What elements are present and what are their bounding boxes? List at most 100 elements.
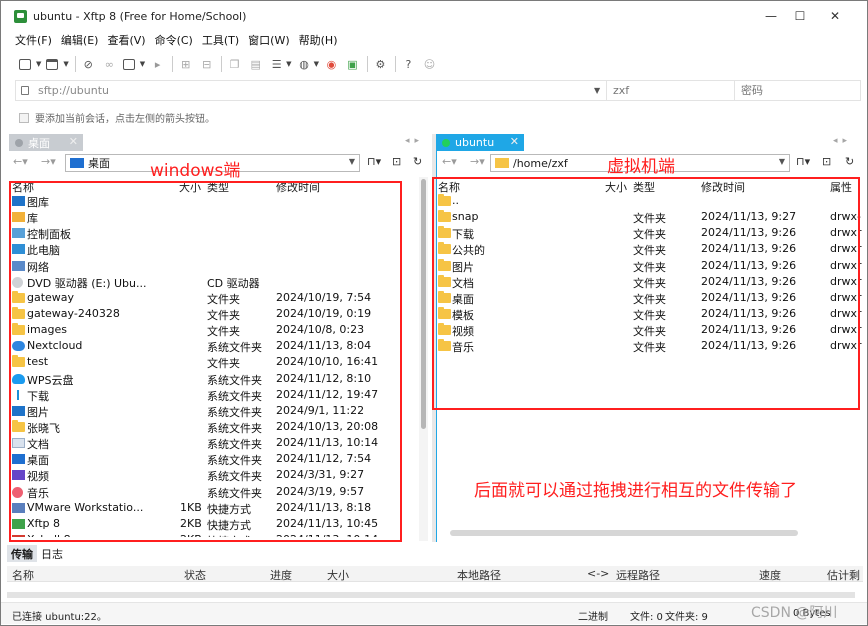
connection-status: 已连接 ubuntu:22。 [12, 612, 107, 623]
maximize-button[interactable]: ☐ [789, 7, 811, 25]
close-button[interactable]: ✕ [824, 7, 846, 25]
password-input[interactable] [734, 81, 860, 100]
annotation-label-windows: windows端 [150, 161, 241, 181]
bookmark-icon[interactable]: ⊓▾ [367, 155, 381, 168]
tab-local-label: 桌面 [28, 136, 50, 150]
csdn-watermark: CSDN @阿川 [751, 605, 838, 621]
toolbar: ▼ ▼ ⊘ ∞ ▼ ▸ ⊞ ⊟ ❐ ▤ ☰ ▼ ◍ ▼ ◉ ▣ ⚙ ? ☺ [19, 54, 443, 74]
reconnect-icon[interactable]: ∞ [102, 57, 117, 72]
back-arrow-icon[interactable]: ←▾ [13, 155, 28, 168]
annotation-box-local [9, 181, 402, 542]
bookmark-icon[interactable]: ⊓▾ [796, 155, 810, 168]
menu-tools[interactable]: 工具(T) [202, 32, 239, 50]
transfer-dropdown-icon[interactable]: ▼ [140, 60, 145, 68]
transfer-list-header: 名称 状态 进度 大小 本地路径 <-> 远程路径 速度 估计剩 [7, 566, 863, 582]
tab-status-dot-icon [15, 138, 23, 147]
transfer-col-direction[interactable]: <-> [587, 567, 609, 580]
copy-icon[interactable]: ❐ [227, 57, 242, 72]
refresh-icon[interactable]: ↻ [413, 155, 422, 168]
host-address-input[interactable] [38, 84, 598, 97]
transfer-col-status[interactable]: 状态 [184, 567, 206, 583]
window-title: ubuntu - Xftp 8 (Free for Home/School) [33, 9, 247, 23]
new-session-dropdown-icon[interactable]: ▼ [36, 60, 41, 68]
open-session-icon[interactable] [46, 57, 61, 72]
address-bar: ▼ [15, 80, 861, 101]
properties-icon[interactable]: ▤ [248, 57, 263, 72]
transfer-horizontal-scrollbar[interactable] [7, 592, 855, 598]
local-vertical-scrollbar[interactable] [419, 177, 428, 541]
list-view-icon[interactable]: ☰ [269, 57, 284, 72]
path-dropdown-icon[interactable]: ▼ [349, 157, 355, 166]
refresh-icon[interactable]: ↻ [845, 155, 854, 168]
folder-icon [495, 158, 509, 168]
help-icon[interactable]: ? [401, 57, 416, 72]
annotation-label-vm: 虚拟机端 [607, 157, 675, 177]
tab-close-icon[interactable]: ✕ [510, 135, 519, 148]
session-hint-icon [19, 112, 29, 123]
transfer-col-progress[interactable]: 进度 [270, 567, 292, 583]
transfer-col-speed[interactable]: 速度 [759, 567, 781, 583]
list-view-dropdown-icon[interactable]: ▼ [286, 60, 291, 68]
local-path-text: 桌面 [88, 157, 110, 170]
back-arrow-icon[interactable]: ←▾ [442, 155, 457, 168]
xshell-icon[interactable]: ◉ [324, 57, 339, 72]
forward-arrow-icon[interactable]: →▾ [41, 155, 56, 168]
tab-remote-ubuntu[interactable]: ubuntu ✕ [436, 134, 524, 151]
transfer-col-remote-path[interactable]: 远程路径 [616, 567, 660, 583]
menu-help[interactable]: 帮助(H) [299, 32, 338, 50]
menu-window[interactable]: 窗口(W) [248, 32, 289, 50]
toolbar-separator [366, 56, 368, 72]
tab-scroll-arrows-icon[interactable]: ◂▸ [405, 136, 424, 146]
new-folder-icon[interactable]: ⊡ [822, 155, 831, 168]
right-tab-strip: ubuntu ✕ ◂▸ [436, 134, 864, 151]
toolbar-separator [74, 56, 76, 72]
xftp-icon[interactable]: ▣ [345, 57, 360, 72]
remote-horizontal-scrollbar[interactable] [450, 530, 798, 536]
transfer-icon[interactable] [122, 57, 138, 72]
bottom-tab-strip: 传输 日志 [7, 545, 67, 562]
file-count: 文件: 0 [630, 612, 663, 623]
username-input[interactable] [606, 81, 734, 100]
upload-icon[interactable]: ⊞ [178, 57, 193, 72]
path-dropdown-icon[interactable]: ▼ [779, 157, 785, 166]
tab-scroll-arrows-icon[interactable]: ◂▸ [833, 136, 852, 146]
feedback-icon[interactable]: ☺ [422, 57, 437, 72]
tab-log[interactable]: 日志 [37, 545, 67, 562]
transfer-col-local-path[interactable]: 本地路径 [457, 567, 501, 583]
download-icon[interactable]: ⊟ [199, 57, 214, 72]
annotation-box-remote [432, 177, 860, 410]
menu-file[interactable]: 文件(F) [15, 32, 52, 50]
session-hint: 要添加当前会话，点击左侧的箭头按钮。 [19, 110, 215, 125]
menu-bar: 文件(F) 编辑(E) 查看(V) 命令(C) 工具(T) 窗口(W) 帮助(H… [15, 32, 346, 50]
globe-icon[interactable]: ◍ [297, 57, 312, 72]
lock-icon [21, 86, 29, 95]
disconnect-icon[interactable]: ⊘ [81, 57, 96, 72]
toolbar-separator [394, 56, 396, 72]
menu-view[interactable]: 查看(V) [107, 32, 145, 50]
address-dropdown-icon[interactable]: ▼ [594, 86, 600, 95]
desktop-icon [70, 158, 84, 168]
connected-status-dot-icon [442, 138, 450, 147]
new-folder-icon[interactable]: ⊡ [392, 155, 401, 168]
menu-command[interactable]: 命令(C) [155, 32, 193, 50]
tab-close-icon[interactable]: ✕ [69, 135, 78, 148]
play-icon[interactable]: ▸ [150, 57, 165, 72]
menu-edit[interactable]: 编辑(E) [61, 32, 99, 50]
transfer-col-eta[interactable]: 估计剩 [827, 567, 860, 583]
tab-transfer[interactable]: 传输 [7, 545, 37, 562]
transfer-mode: 二进制 [578, 612, 608, 623]
new-session-icon[interactable] [19, 57, 34, 72]
annotation-drag-note: 后面就可以通过拖拽进行相互的文件传输了 [474, 481, 797, 501]
tab-remote-label: ubuntu [455, 136, 495, 149]
transfer-col-size[interactable]: 大小 [327, 567, 349, 583]
forward-arrow-icon[interactable]: →▾ [470, 155, 485, 168]
transfer-col-name[interactable]: 名称 [12, 567, 34, 583]
open-session-dropdown-icon[interactable]: ▼ [63, 60, 68, 68]
scrollbar-thumb[interactable] [421, 179, 426, 429]
xftp-app-icon [14, 9, 27, 23]
folder-count: 文件夹: 9 [665, 612, 708, 623]
minimize-button[interactable]: — [760, 7, 782, 25]
tab-local-desktop[interactable]: 桌面 ✕ [9, 134, 83, 151]
globe-dropdown-icon[interactable]: ▼ [314, 60, 319, 68]
settings-gear-icon[interactable]: ⚙ [373, 57, 388, 72]
